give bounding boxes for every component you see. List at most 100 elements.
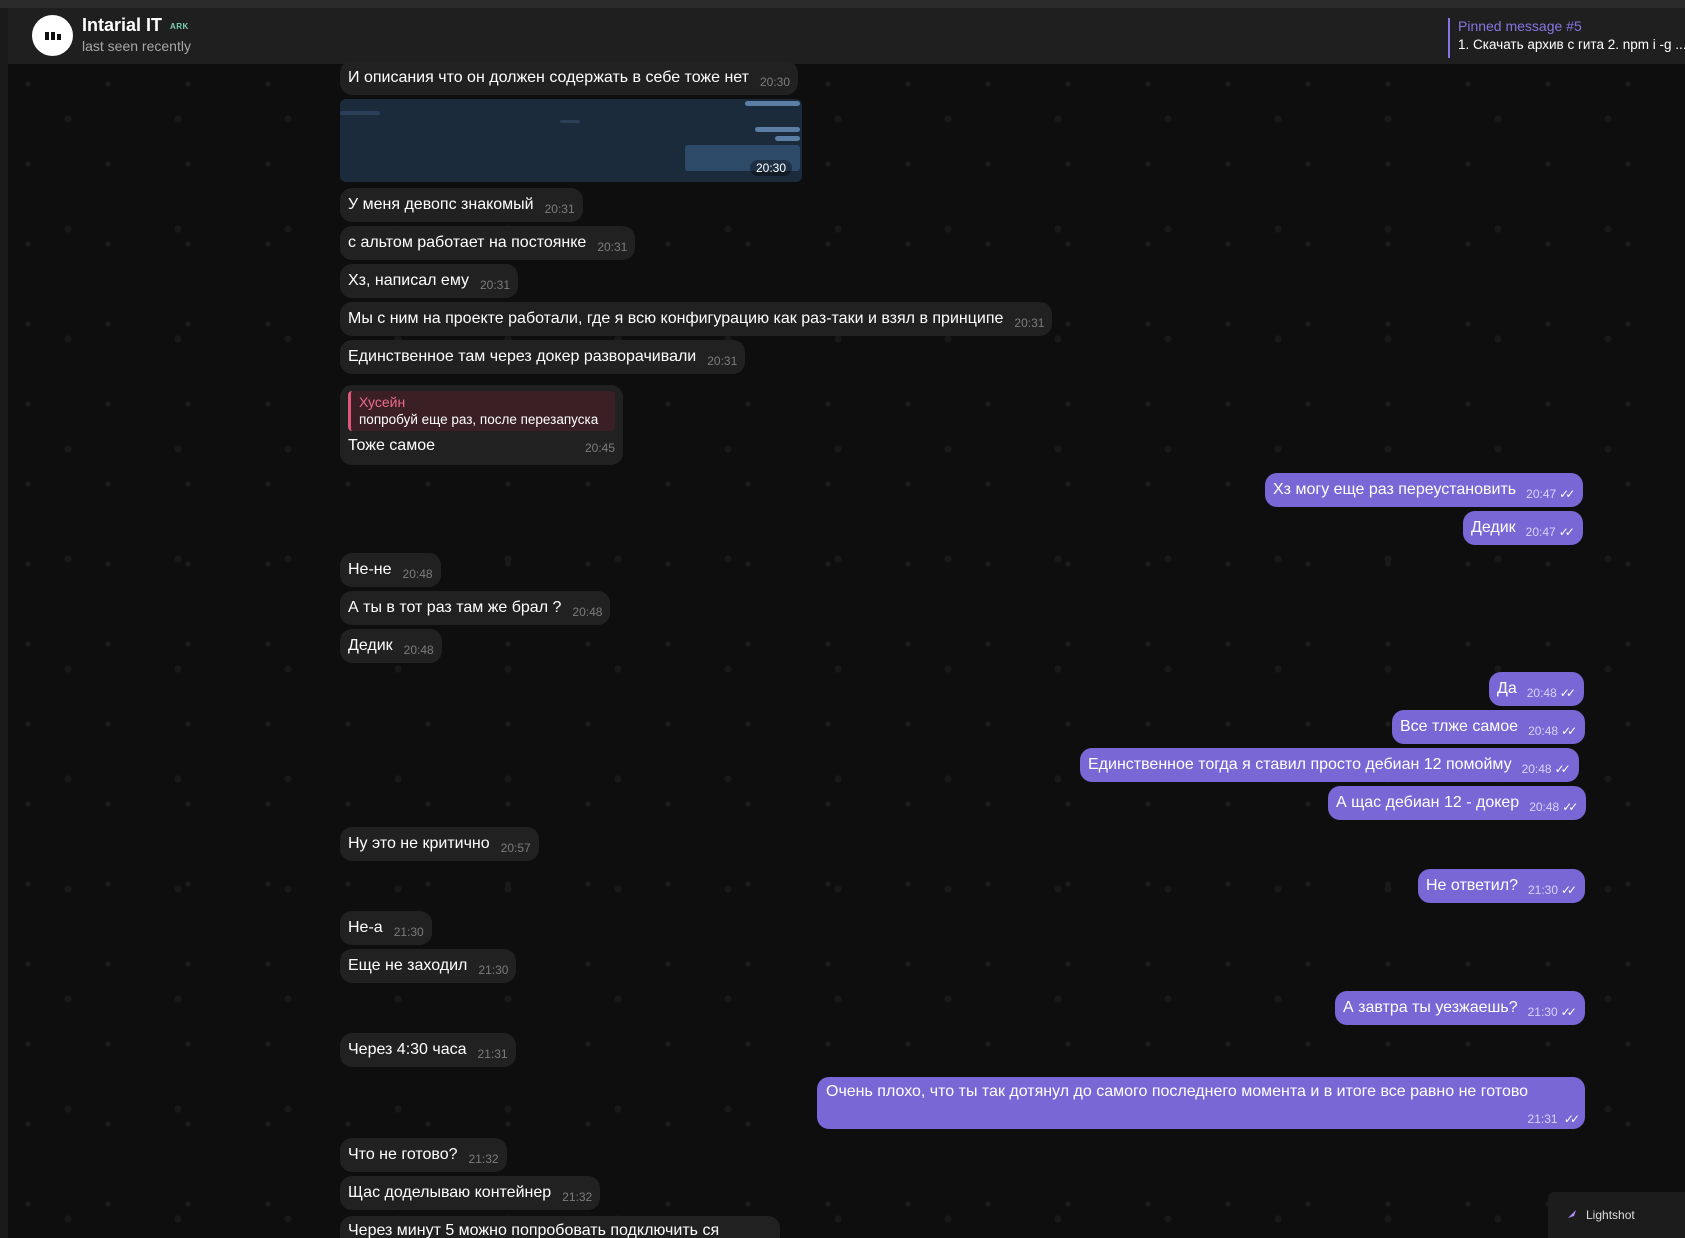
message-bubble-in[interactable]: Не-не 20:48 (340, 553, 441, 587)
message-text: Да (1497, 680, 1517, 697)
message-time: 20:57 (500, 841, 531, 855)
reply-author: Хусейн (359, 394, 406, 410)
message-text: Тоже самое (348, 437, 435, 454)
message-bubble-out[interactable]: Очень плохо, что ты так дотянул до самог… (817, 1077, 1585, 1129)
message-bubble-in[interactable]: У меня девопс знакомый 20:31 (340, 188, 583, 222)
read-ticks-icon: ✓✓ (1559, 487, 1575, 501)
message-bubble-out[interactable]: Да 20:48 ✓✓ (1489, 672, 1584, 706)
message-bubble-in[interactable]: Через 4:30 часа 21:31 (340, 1033, 516, 1067)
message-bubble-in[interactable]: Мы с ним на проекте работали, где я всю … (340, 302, 1053, 336)
message-time: 20:48 (403, 643, 434, 657)
message-bubble-out[interactable]: Дедик 20:47 ✓✓ (1463, 511, 1583, 545)
message-text: Хз, написал ему (348, 272, 469, 289)
status-badge: ARK (170, 22, 189, 31)
message-bubble-out[interactable]: А щас дебиан 12 - докер 20:48 ✓✓ (1328, 786, 1587, 820)
message-text: И описания что он должен содержать в себ… (348, 69, 749, 86)
message-text: Не-а (348, 919, 383, 936)
message-time: 21:30 (478, 963, 509, 977)
read-ticks-icon: ✓✓ (1559, 686, 1576, 700)
message-text: Очень плохо, что ты так дотянул до самог… (826, 1083, 1529, 1100)
message-time: 21:30 (1527, 883, 1558, 897)
feather-icon (1566, 1210, 1576, 1220)
message-bubble-out[interactable]: Хз могу еще раз переустановить 20:47 ✓✓ (1265, 473, 1584, 507)
message-text: Все тлже самое (1400, 718, 1519, 735)
read-ticks-icon: ✓✓ (1554, 762, 1571, 776)
message-time: 20:47 (1526, 487, 1557, 501)
lightshot-label: Lightshot (1586, 1208, 1635, 1222)
pinned-message-text: 1. Скачать архив с гита 2. npm i -g ... (1458, 37, 1685, 52)
message-time: 20:48 (1529, 800, 1560, 814)
message-text: А щас дебиан 12 - докер (1336, 794, 1520, 811)
message-text: У меня девопс знакомый (348, 196, 534, 213)
message-time: 20:31 (480, 278, 511, 292)
message-text: Дедик (1471, 519, 1516, 536)
message-bubble-in[interactable]: Ну это не критично 20:57 (340, 827, 539, 861)
message-text: Ну это не критично (348, 835, 490, 852)
message-time: 20:31 (1014, 316, 1045, 330)
message-text: А завтра ты уезжаешь? (1343, 999, 1518, 1016)
message-time: 20:47 (1525, 525, 1556, 539)
chat-background (8, 64, 1685, 1238)
reply-quoted-text: попробуй еще раз, после перезапуска (359, 412, 599, 427)
message-text: Мы с ним на проекте работали, где я всю … (348, 310, 1004, 327)
read-ticks-icon: ✓✓ (1561, 883, 1577, 897)
message-time: 20:48 (1521, 762, 1552, 776)
message-time: 21:32 (562, 1190, 593, 1204)
reply-message[interactable]: Хусейн попробуй еще раз, после перезапус… (340, 385, 623, 465)
left-edge-panel (0, 8, 8, 1238)
message-time: 20:31 (707, 354, 738, 368)
chat-title[interactable]: Intarial IT (82, 15, 162, 36)
message-time: 20:45 (584, 441, 615, 455)
message-bubble-out[interactable]: Все тлже самое 20:48 ✓✓ (1392, 710, 1586, 744)
message-text: Не ответил? (1426, 877, 1518, 894)
message-bubble-in[interactable]: с альтом работает на постоянке 20:31 (340, 226, 636, 260)
message-text: Что не готово? (348, 1146, 458, 1163)
reply-quote[interactable]: Хусейн попробуй еще раз, после перезапус… (348, 391, 615, 431)
message-text: Щас доделываю контейнер (348, 1184, 552, 1201)
message-time: 20:48 (1526, 686, 1557, 700)
message-time: 20:48 (1528, 724, 1559, 738)
message-bubble-in[interactable]: Щас доделываю контейнер 21:32 (340, 1176, 601, 1210)
message-bubble-in[interactable]: Единственное там через докер разворачива… (340, 340, 746, 374)
message-text: Единственное тогда я ставил просто дебиа… (1088, 756, 1512, 773)
message-bubble-in[interactable]: Дедик 20:48 (340, 629, 442, 663)
message-bubble-in[interactable]: И описания что он должен содержать в себ… (340, 61, 799, 95)
lightshot-button[interactable]: Lightshot (1548, 1192, 1685, 1238)
message-time: 21:30 (393, 925, 424, 939)
window-top-strip (0, 0, 1685, 8)
chat-header[interactable]: Intarial IT ARK last seen recently Pinne… (8, 8, 1685, 65)
read-ticks-icon: ✓✓ (1558, 525, 1575, 539)
pinned-message-bar[interactable]: Pinned message #5 1. Скачать архив с гит… (1448, 18, 1685, 58)
message-text: Через минут 5 можно попробовать подключи… (348, 1222, 720, 1238)
message-text: Еще не заходил (348, 957, 468, 974)
avatar[interactable] (32, 15, 73, 56)
read-ticks-icon: ✓✓ (1562, 800, 1578, 814)
message-time: 20:31 (544, 202, 575, 216)
message-time: 21:30 (1527, 1005, 1558, 1019)
message-time: 21:31 (477, 1047, 508, 1061)
message-time: 20:48 (572, 605, 603, 619)
pinned-message-title: Pinned message #5 (1458, 18, 1582, 34)
message-bubble-in[interactable]: Что не готово? 21:32 (340, 1138, 507, 1172)
group-logo-icon (44, 31, 61, 40)
message-bubble-out[interactable]: Единственное тогда я ставил просто дебиа… (1080, 748, 1579, 782)
message-text: Не-не (348, 561, 392, 578)
message-bubble-out[interactable]: Не ответил? 21:30 ✓✓ (1418, 869, 1586, 903)
message-text: Единственное там через докер разворачива… (348, 348, 697, 365)
message-bubble-out[interactable]: А завтра ты уезжаешь? 21:30 ✓✓ (1335, 991, 1585, 1025)
message-bubble-in[interactable]: А ты в тот раз там же брал ? 20:48 (340, 591, 611, 625)
message-time: 20:30 (760, 75, 791, 89)
photo-time: 20:30 (749, 160, 792, 176)
message-bubble-in[interactable]: Еще не заходил 21:30 (340, 949, 517, 983)
message-text: Через 4:30 часа (348, 1041, 467, 1058)
message-time: 21:32 (468, 1152, 499, 1166)
message-time: 20:48 (402, 567, 433, 581)
message-time: 21:31 (1527, 1112, 1558, 1126)
read-ticks-icon: ✓✓ (1560, 1005, 1577, 1019)
message-text: А ты в тот раз там же брал ? (348, 599, 562, 616)
message-bubble-in-cut[interactable]: Через минут 5 можно попробовать подключи… (340, 1216, 780, 1238)
photo-message[interactable]: 20:30 (340, 99, 802, 182)
message-bubble-in[interactable]: Хз, написал ему 20:31 (340, 264, 519, 298)
message-bubble-in[interactable]: Не-а 21:30 (340, 911, 432, 945)
message-time: 20:31 (597, 240, 628, 254)
